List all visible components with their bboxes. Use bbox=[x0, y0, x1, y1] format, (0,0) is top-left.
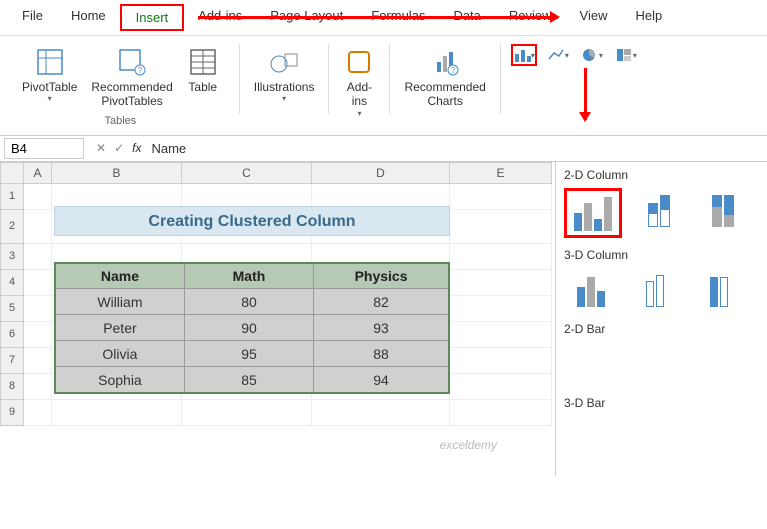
column-chart-button[interactable]: ▾ bbox=[511, 44, 537, 66]
title-banner: Creating Clustered Column bbox=[54, 206, 450, 236]
addins-icon bbox=[343, 46, 375, 78]
100-stacked-column-option[interactable] bbox=[696, 188, 750, 232]
section-2d-column: 2-D Column bbox=[564, 168, 759, 182]
section-3d-bar: 3-D Bar bbox=[564, 396, 759, 410]
pie-chart-button[interactable]: ▾ bbox=[579, 44, 605, 66]
clustered-column-option[interactable] bbox=[564, 188, 622, 238]
column-chart-icon bbox=[513, 46, 531, 64]
illustrations-button[interactable]: Illustrations ▾ bbox=[250, 44, 319, 105]
section-3d-column: 3-D Column bbox=[564, 248, 759, 262]
cancel-icon[interactable]: ✕ bbox=[96, 141, 106, 155]
chevron-down-icon: ▾ bbox=[48, 94, 52, 103]
table-button[interactable]: Table bbox=[183, 44, 223, 111]
data-table[interactable]: Name Math Physics William8082 Peter9093 … bbox=[54, 262, 450, 394]
stacked-column-option[interactable] bbox=[632, 188, 686, 232]
row-header-3[interactable]: 3 bbox=[0, 244, 24, 270]
3d-100-stacked-bar-option[interactable] bbox=[692, 416, 746, 460]
table-row[interactable]: Sophia8594 bbox=[55, 367, 449, 393]
spreadsheet-grid[interactable]: A B C D E 1 2 3 4 5 6 7 8 9 Creating Clu… bbox=[0, 162, 555, 476]
100-stacked-bar-option[interactable] bbox=[692, 342, 746, 386]
recommended-charts-icon: ? bbox=[429, 46, 461, 78]
ribbon-insert: PivotTable ▾ ? Recommended PivotTables T… bbox=[0, 36, 767, 136]
menu-help[interactable]: Help bbox=[621, 4, 676, 31]
col-header-D[interactable]: D bbox=[312, 162, 450, 184]
treemap-button[interactable]: ▾ bbox=[613, 44, 639, 66]
chevron-down-icon: ▾ bbox=[282, 94, 286, 103]
3d-stacked-bar-option[interactable] bbox=[628, 416, 682, 460]
section-2d-bar: 2-D Bar bbox=[564, 322, 759, 336]
stacked-bar-option[interactable] bbox=[628, 342, 682, 386]
menu-view[interactable]: View bbox=[566, 4, 622, 31]
col-header-C[interactable]: C bbox=[182, 162, 312, 184]
3d-clustered-column-option[interactable] bbox=[564, 268, 618, 312]
enter-icon[interactable]: ✓ bbox=[114, 141, 124, 155]
recommended-pivottables-button[interactable]: ? Recommended PivotTables bbox=[87, 44, 176, 111]
col-header-E[interactable]: E bbox=[450, 162, 552, 184]
header-name[interactable]: Name bbox=[55, 263, 184, 289]
row-header-5[interactable]: 5 bbox=[0, 296, 24, 322]
3d-100-stacked-column-option[interactable] bbox=[692, 268, 746, 312]
row-header-6[interactable]: 6 bbox=[0, 322, 24, 348]
formula-value[interactable]: Name bbox=[151, 141, 186, 156]
recommended-pivot-icon: ? bbox=[116, 46, 148, 78]
3d-stacked-column-option[interactable] bbox=[628, 268, 682, 312]
row-header-1[interactable]: 1 bbox=[0, 184, 24, 210]
col-header-B[interactable]: B bbox=[52, 162, 182, 184]
row-header-9[interactable]: 9 bbox=[0, 400, 24, 426]
select-all-corner[interactable] bbox=[0, 162, 24, 184]
line-chart-button[interactable]: ▾ bbox=[545, 44, 571, 66]
table-row[interactable]: Olivia9588 bbox=[55, 341, 449, 367]
svg-text:?: ? bbox=[451, 66, 456, 75]
row-header-7[interactable]: 7 bbox=[0, 348, 24, 374]
formula-bar: ✕ ✓ fx Name bbox=[0, 136, 767, 162]
clustered-bar-option[interactable] bbox=[564, 342, 618, 386]
row-header-8[interactable]: 8 bbox=[0, 374, 24, 400]
pivottable-button[interactable]: PivotTable ▾ bbox=[18, 44, 81, 111]
header-physics[interactable]: Physics bbox=[314, 263, 449, 289]
row-header-2[interactable]: 2 bbox=[0, 210, 24, 244]
line-chart-icon bbox=[547, 47, 565, 63]
chart-type-dropdown: 2-D Column 3-D Column bbox=[555, 162, 767, 476]
watermark: exceldemy bbox=[440, 438, 497, 452]
recommended-charts-button[interactable]: ? Recommended Charts bbox=[400, 44, 489, 111]
tables-group-label: Tables bbox=[104, 115, 136, 127]
header-math[interactable]: Math bbox=[184, 263, 313, 289]
table-icon bbox=[187, 46, 219, 78]
chevron-down-icon: ▾ bbox=[357, 109, 361, 118]
name-box[interactable] bbox=[4, 138, 84, 159]
menu-home[interactable]: Home bbox=[57, 4, 120, 31]
row-header-4[interactable]: 4 bbox=[0, 270, 24, 296]
3d-clustered-bar-option[interactable] bbox=[564, 416, 618, 460]
menu-file[interactable]: File bbox=[8, 4, 57, 31]
table-row[interactable]: Peter9093 bbox=[55, 315, 449, 341]
fx-icon[interactable]: fx bbox=[132, 141, 141, 155]
addins-button[interactable]: Add- ins ▾ bbox=[339, 44, 379, 120]
pie-chart-icon bbox=[581, 47, 599, 63]
menu-insert[interactable]: Insert bbox=[120, 4, 185, 31]
pivottable-icon bbox=[34, 46, 66, 78]
col-header-A[interactable]: A bbox=[24, 162, 52, 184]
illustrations-icon bbox=[268, 46, 300, 78]
table-row[interactable]: William8082 bbox=[55, 289, 449, 315]
treemap-icon bbox=[615, 47, 633, 63]
svg-text:?: ? bbox=[138, 66, 143, 75]
